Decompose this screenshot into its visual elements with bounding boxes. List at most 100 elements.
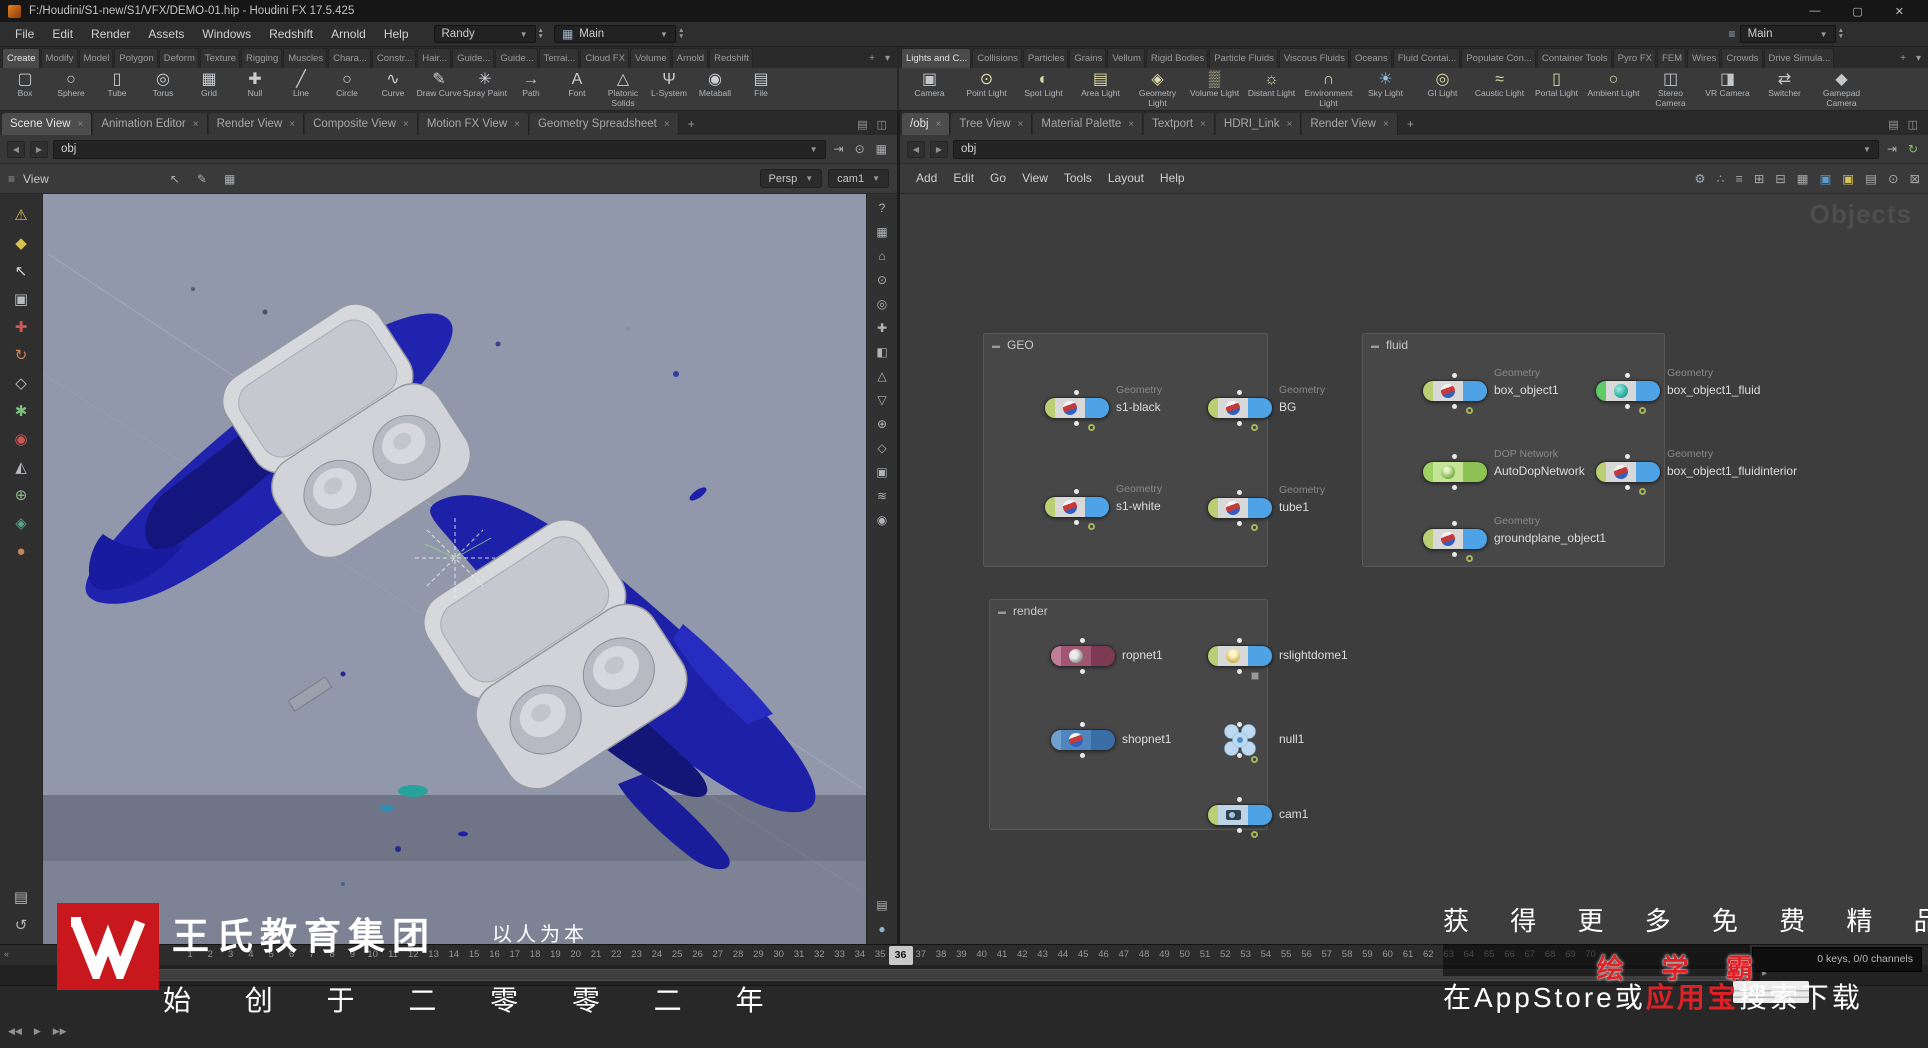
node-flag-right[interactable] [1248, 498, 1272, 518]
close-tab-icon[interactable]: × [514, 119, 520, 130]
pane-tab-hdri-link[interactable]: HDRI_Link× [1216, 113, 1301, 135]
minimize-button[interactable]: — [1809, 5, 1820, 18]
rewind-icon[interactable]: « [4, 949, 9, 959]
shelf-tab-oceans[interactable]: Oceans [1350, 48, 1392, 68]
shelf-tab-create[interactable]: Create [2, 48, 40, 68]
output-connector[interactable] [1237, 521, 1242, 526]
output-connector[interactable] [1237, 753, 1242, 758]
shelf-tool-sky-light[interactable]: ☀Sky Light [1357, 69, 1414, 110]
shelf-tab-guide[interactable]: Guide... [452, 48, 494, 68]
grid-icon[interactable]: ▣ [876, 466, 887, 479]
minimize-box-button[interactable]: ▬ [992, 341, 1000, 350]
node-box-object1-fluidinterior[interactable]: Geometrybox_object1_fluidinterior [1595, 461, 1661, 483]
warnings-icon[interactable]: ⚠ [14, 208, 27, 224]
frame-view-icon[interactable]: ⊙ [877, 274, 887, 287]
sync-icon[interactable]: ↻ [1905, 142, 1921, 156]
menu-redshift[interactable]: Redshift [260, 22, 322, 46]
output-connector[interactable] [1237, 828, 1242, 833]
node-s1-white[interactable]: Geometrys1-white [1044, 496, 1110, 518]
node-flag-left[interactable] [1596, 381, 1606, 401]
menu-file[interactable]: File [6, 22, 43, 46]
node-flag-right[interactable] [1085, 398, 1109, 418]
jump-start-button[interactable]: ◀◀ [8, 1026, 22, 1037]
node-flag-right[interactable] [1463, 529, 1487, 549]
output-connector[interactable] [1237, 669, 1242, 674]
desktop-selector[interactable]: Randy▼ [434, 25, 536, 43]
pane-tab-material-palette[interactable]: Material Palette× [1033, 113, 1143, 135]
sticky-note-icon[interactable]: ▣ [1842, 171, 1854, 186]
split-view-icon[interactable]: ◧ [876, 346, 887, 359]
frame-tick-32[interactable]: 32 [809, 949, 829, 960]
network-path-field[interactable]: obj ▼ [953, 140, 1879, 159]
shelf-tool-font[interactable]: AFont [554, 69, 600, 110]
shelf-tab-deform[interactable]: Deform [159, 48, 199, 68]
node-flag-right[interactable] [1636, 462, 1660, 482]
pane-tab-composite-view[interactable]: Composite View× [305, 113, 418, 135]
node-flag-right[interactable] [1463, 381, 1487, 401]
shelf-tool-spray-paint[interactable]: ✳Spray Paint [462, 69, 508, 110]
node-flag-left[interactable] [1423, 381, 1433, 401]
shelf-tool-spot-light[interactable]: ◐Spot Light [1015, 69, 1072, 110]
frame-tick-59[interactable]: 59 [1357, 949, 1377, 960]
display-flag[interactable] [1251, 424, 1258, 431]
frame-tick-42[interactable]: 42 [1012, 949, 1032, 960]
menu-edit[interactable]: Edit [43, 22, 82, 46]
node-box-object1-fluid[interactable]: Geometrybox_object1_fluid [1595, 380, 1661, 402]
notebook-icon[interactable]: ▤ [14, 890, 28, 906]
shelf-tab-arnold[interactable]: Arnold [672, 48, 708, 68]
desktop-main-selector[interactable]: ▦ Main▼ [554, 25, 676, 43]
pane-tab-motion-fx-view[interactable]: Motion FX View× [419, 113, 529, 135]
node-flag-left[interactable] [1423, 529, 1433, 549]
frame-tick-25[interactable]: 25 [667, 949, 687, 960]
shelf-tab-polygon[interactable]: Polygon [114, 48, 157, 68]
shelf-tool-ambient-light[interactable]: ○Ambient Light [1585, 69, 1642, 110]
frame-tick-37[interactable]: 37 [911, 949, 931, 960]
shelf-tab-guide[interactable]: Guide... [495, 48, 537, 68]
radial-menu-stepper[interactable]: ▲▼ [1838, 28, 1844, 40]
display-flag[interactable] [1251, 524, 1258, 531]
close-tab-icon[interactable]: × [78, 119, 84, 130]
close-tab-icon[interactable]: × [403, 119, 409, 130]
playhead[interactable]: 36 [889, 946, 913, 965]
shelf-tool-file[interactable]: ▤File [738, 69, 784, 110]
pane-split-icon[interactable]: ◫ [877, 118, 887, 131]
node-flag-left[interactable] [1596, 462, 1606, 482]
display-flag[interactable] [1639, 407, 1646, 414]
shelf-tab-fluid-contai[interactable]: Fluid Contai... [1393, 48, 1461, 68]
drop-icon[interactable]: ● [878, 923, 885, 936]
frame-tick-17[interactable]: 17 [505, 949, 525, 960]
tree-icon[interactable]: ∴ [1717, 171, 1725, 186]
output-connector[interactable] [1074, 421, 1079, 426]
shelf-tab-volume[interactable]: Volume [630, 48, 671, 68]
frame-tick-27[interactable]: 27 [708, 949, 728, 960]
pivot-icon[interactable]: ⊕ [877, 418, 887, 431]
input-connector[interactable] [1237, 722, 1242, 727]
add-view-icon[interactable]: ✚ [877, 322, 887, 335]
frame-tick-52[interactable]: 52 [1215, 949, 1235, 960]
display-flag[interactable] [1251, 831, 1258, 838]
net-menu-edit[interactable]: Edit [945, 164, 982, 193]
output-connector[interactable] [1237, 421, 1242, 426]
notebook-icon[interactable]: ▤ [1865, 171, 1877, 186]
menu-help[interactable]: Help [375, 22, 418, 46]
display-flag[interactable] [1251, 672, 1259, 680]
output-connector[interactable] [1452, 404, 1457, 409]
list-view-icon[interactable]: ⊟ [1775, 171, 1785, 186]
new-pane-tab-button[interactable]: + [1399, 113, 1422, 135]
shelf-menu-button[interactable]: ▾ [880, 49, 895, 68]
frame-tick-24[interactable]: 24 [647, 949, 667, 960]
expand-up-icon[interactable]: △ [877, 370, 886, 383]
input-connector[interactable] [1237, 390, 1242, 395]
pin-tab-icon[interactable]: ⇥ [1884, 142, 1900, 156]
display-flag[interactable] [1466, 555, 1473, 562]
shelf-tool-caustic-light[interactable]: ≈Caustic Light [1471, 69, 1528, 110]
input-connector[interactable] [1625, 373, 1630, 378]
shelf-tool-vr-camera[interactable]: ◨VR Camera [1699, 69, 1756, 110]
netlock-icon[interactable]: ⊠ [1910, 171, 1920, 186]
display-flag[interactable] [1088, 523, 1095, 530]
node-box-object1[interactable]: Geometrybox_object1 [1422, 380, 1488, 402]
shelf-tab-viscous-fluids[interactable]: Viscous Fluids [1279, 48, 1349, 68]
dynamics-icon[interactable]: ◉ [14, 432, 27, 448]
node-flag-left[interactable] [1208, 398, 1218, 418]
shelf-tool-area-light[interactable]: ▤Area Light [1072, 69, 1129, 110]
